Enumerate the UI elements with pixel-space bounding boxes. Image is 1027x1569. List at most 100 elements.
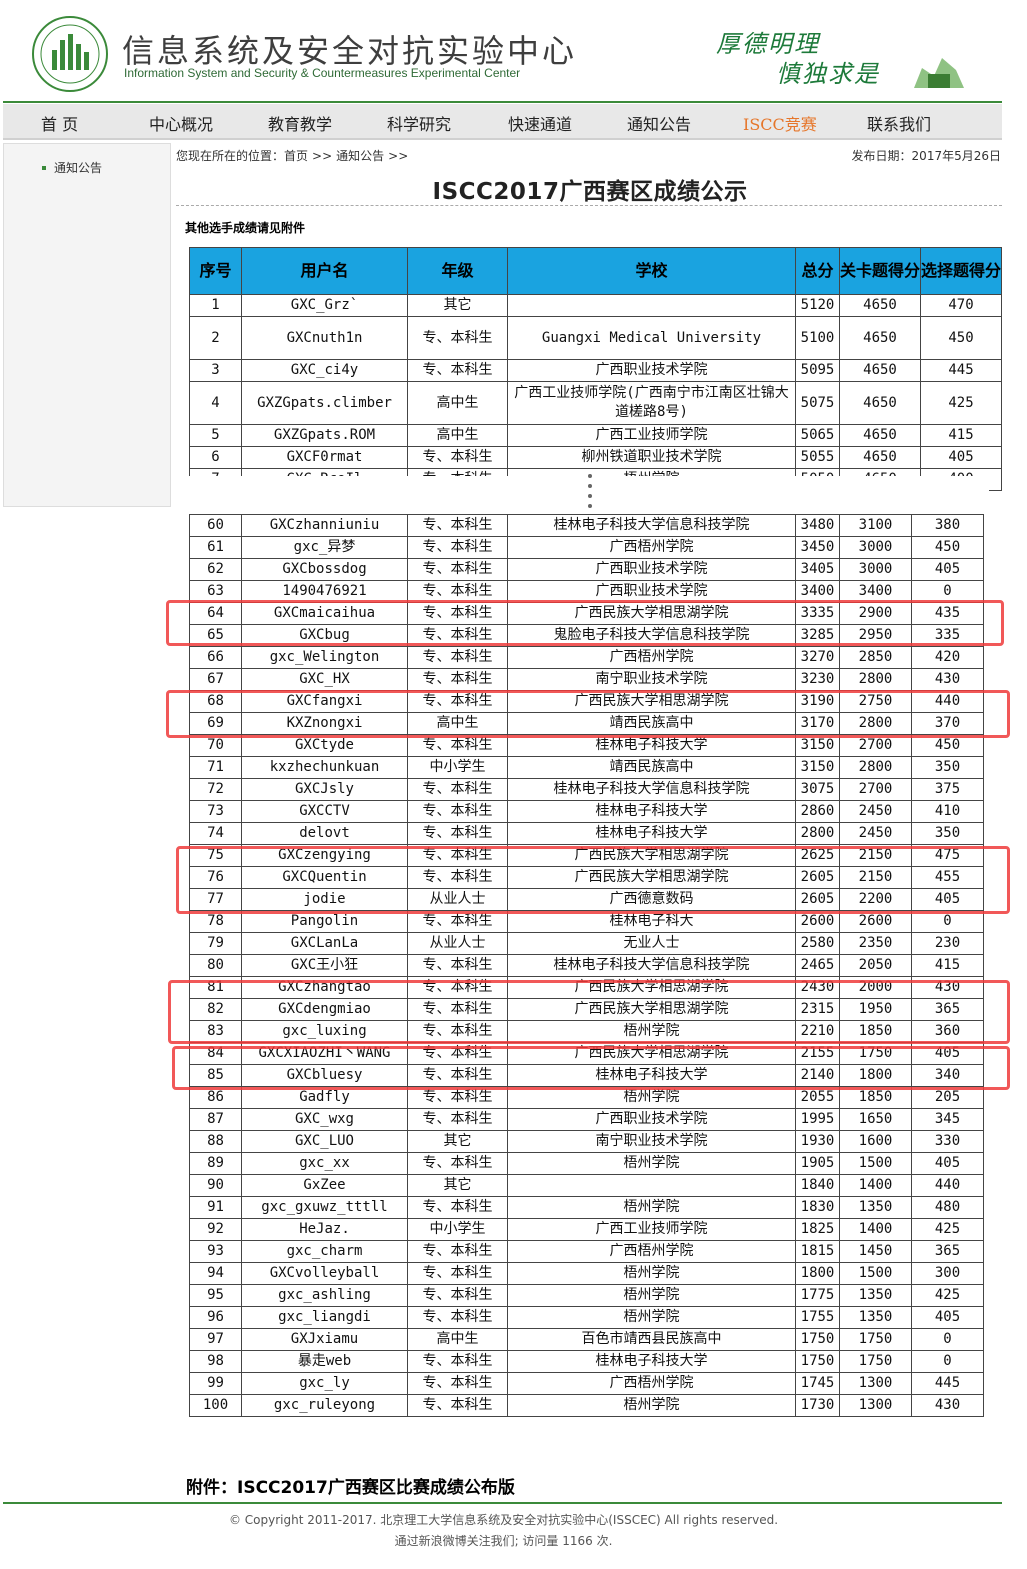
grade-cell: 专、本科生: [407, 1284, 508, 1307]
school-cell: 广西梧州学院: [507, 646, 796, 669]
total-cell: 5095: [795, 359, 840, 382]
nav-research[interactable]: 科学研究: [387, 111, 451, 135]
table-row: 95 gxc_ashling 专、本科生 梧州学院 1775 1350 425: [189, 1284, 984, 1307]
rank-cell: 61: [189, 536, 242, 559]
rank-cell: 60: [189, 514, 242, 537]
username-cell: GXCF0rmat: [241, 446, 408, 469]
nav-iscc[interactable]: ISCC竞赛: [743, 111, 817, 135]
rank-cell: 88: [189, 1130, 242, 1153]
choice-score-cell: 445: [911, 1372, 984, 1395]
table-row: 96 gxc_liangdi 专、本科生 梧州学院 1755 1350 405: [189, 1306, 984, 1329]
rank-cell: 73: [189, 800, 242, 823]
username-cell: GxZee: [241, 1174, 408, 1197]
rank-cell: 1: [189, 294, 242, 317]
grade-cell: 专、本科生: [407, 536, 508, 559]
total-cell: 1800: [795, 1262, 840, 1285]
total-cell: 3450: [795, 536, 840, 559]
rank-cell: 98: [189, 1350, 242, 1373]
school-cell: 百色市靖西县民族高中: [507, 1328, 796, 1351]
username-cell: gxc_liangdi: [241, 1306, 408, 1329]
table-row: 1 GXC_Grz` 其它 5120 4650 470: [189, 294, 1003, 317]
grade-cell: 高中生: [407, 424, 508, 447]
stage-score-cell: 3000: [839, 536, 912, 559]
stage-score-cell: 1300: [839, 1372, 912, 1395]
school-cell: 广西职业技术学院: [507, 558, 796, 581]
choice-score-cell: 430: [911, 668, 984, 691]
rank-cell: 66: [189, 646, 242, 669]
table-row: 71 kxzhechunkuan 中小学生 靖西民族高中 3150 2800 350: [189, 756, 984, 779]
table-row: 60 GXCzhanniuniu 专、本科生 桂林电子科技大学信息科技学院 3480 31…: [189, 514, 984, 537]
total-cell: 3075: [795, 778, 840, 801]
grade-cell: 专、本科生: [407, 822, 508, 845]
nav-quick-links[interactable]: 快速通道: [508, 111, 572, 135]
publish-date: 发布日期：2017年5月26日: [851, 149, 1001, 163]
table-row: 89 gxc_xx 专、本科生 梧州学院 1905 1500 405: [189, 1152, 984, 1175]
choice-score-cell: 230: [911, 932, 984, 955]
breadcrumb-home[interactable]: 首页: [284, 149, 308, 163]
table-row: 72 GXCJsly 专、本科生 桂林电子科技大学信息科技学院 3075 2700 375: [189, 778, 984, 801]
footer-divider: [3, 1502, 1002, 1504]
table-row: 91 gxc_gxuwz_tttll 专、本科生 梧州学院 1830 1350 480: [189, 1196, 984, 1219]
col-header-choice-score: 选择题得分: [920, 247, 1003, 295]
school-cell: 广西职业技术学院: [507, 1108, 796, 1131]
stage-score-cell: 1400: [839, 1174, 912, 1197]
school-cell: [507, 294, 796, 317]
school-cell: 桂林电子科技大学: [507, 1350, 796, 1373]
results-table-top: 序号 用户名 年级 学校 总分 关卡题得分 选择题得分 1 GXC_Grz` 其它 5…: [189, 247, 1003, 491]
stage-score-cell: 1400: [839, 1218, 912, 1241]
col-header-rank: 序号: [189, 247, 242, 295]
username-cell: kxzhechunkuan: [241, 756, 408, 779]
username-cell: GXCbossdog: [241, 558, 408, 581]
username-cell: GXC_LUO: [241, 1130, 408, 1153]
stage-score-cell: 1500: [839, 1262, 912, 1285]
school-cell: Guangxi Medical University: [507, 316, 796, 360]
stage-score-cell: 1650: [839, 1108, 912, 1131]
choice-score-cell: 415: [920, 424, 1003, 447]
nav-home[interactable]: 首 页: [41, 111, 78, 135]
school-cell: 桂林电子科技大学信息科技学院: [507, 954, 796, 977]
table-row: 61 gxc_异梦 专、本科生 广西梧州学院 3450 3000 450: [189, 536, 984, 559]
nav-contact[interactable]: 联系我们: [867, 111, 931, 135]
breadcrumb-section[interactable]: 通知公告: [336, 149, 384, 163]
nav-education[interactable]: 教育教学: [268, 111, 332, 135]
nav-notices[interactable]: 通知公告: [627, 111, 691, 135]
table-row: 74 delovt 专、本科生 桂林电子科技大学 2800 2450 350: [189, 822, 984, 845]
page-title: ISCC2017广西赛区成绩公示: [432, 179, 748, 205]
table-row: 97 GXJxiamu 高中生 百色市靖西县民族高中 1750 1750 0: [189, 1328, 984, 1351]
rank-cell: 80: [189, 954, 242, 977]
table-row: 5 GXZGpats.ROM 高中生 广西工业技师学院 5065 4650 415: [189, 424, 1003, 447]
choice-score-cell: 375: [911, 778, 984, 801]
nav-about[interactable]: 中心概况: [149, 111, 213, 135]
table-row: 93 gxc_charm 专、本科生 广西梧州学院 1815 1450 365: [189, 1240, 984, 1263]
choice-score-cell: 350: [911, 756, 984, 779]
grade-cell: 专、本科生: [407, 1350, 508, 1373]
username-cell: GXCnuth1n: [241, 316, 408, 360]
total-cell: 1905: [795, 1152, 840, 1175]
table-row: 100 gxc_ruleyong 专、本科生 梧州学院 1730 1300 430: [189, 1394, 984, 1417]
stage-score-cell: 2350: [839, 932, 912, 955]
table-row: 88 GXC_LUO 其它 南宁职业技术学院 1930 1600 330: [189, 1130, 984, 1153]
school-cell: 广西工业技师学院: [507, 424, 796, 447]
center-logo-icon[interactable]: [30, 14, 110, 94]
grade-cell: 专、本科生: [407, 359, 508, 382]
motto-line-2: 慎独求是: [776, 60, 880, 88]
grade-cell: 从业人士: [407, 932, 508, 955]
choice-score-cell: 470: [920, 294, 1003, 317]
table-row: 79 GXCLanLa 从业人士 无业人士 2580 2350 230: [189, 932, 984, 955]
rank-cell: 5: [189, 424, 242, 447]
choice-score-cell: 450: [911, 536, 984, 559]
total-cell: 1775: [795, 1284, 840, 1307]
stage-score-cell: 4650: [838, 446, 922, 469]
stage-score-cell: 1300: [839, 1394, 912, 1417]
rank-cell: 62: [189, 558, 242, 581]
total-cell: 5055: [795, 446, 840, 469]
table-row: 90 GxZee 其它 1840 1400 440: [189, 1174, 984, 1197]
stage-score-cell: 2800: [839, 756, 912, 779]
stage-score-cell: 1500: [839, 1152, 912, 1175]
results-table-bottom: 60 GXCzhanniuniu 专、本科生 桂林电子科技大学信息科技学院 3480 31…: [189, 514, 984, 1417]
choice-score-cell: 405: [911, 558, 984, 581]
highlight-box: [176, 846, 1010, 914]
school-cell: 梧州学院: [507, 1262, 796, 1285]
main-nav: 首 页 中心概况 教育教学 科学研究 快速通道 通知公告 ISCC竞赛 联系我们: [3, 104, 1002, 140]
attachment-link[interactable]: 附件：ISCC2017广西赛区比赛成绩公布版: [186, 1473, 515, 1498]
